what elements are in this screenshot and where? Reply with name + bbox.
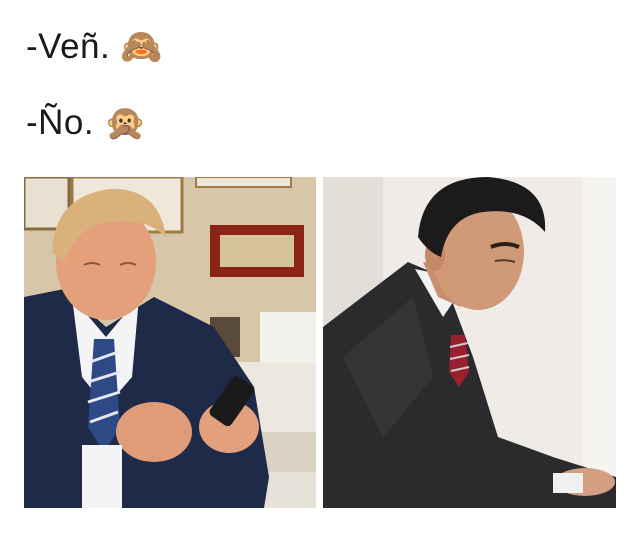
caption-line-2: -Ño. 🙊 [26,103,147,143]
caption-line-2-text: -Ño. [26,103,95,142]
speak-no-evil-monkey-icon: 🙊 [104,103,147,143]
caption-line-1: -Veñ. 🙈 [26,27,163,67]
caption-line-1-text: -Veñ. [26,27,111,66]
left-photo [24,177,316,508]
see-no-evil-monkey-icon: 🙈 [120,27,164,67]
right-photo [323,177,616,508]
